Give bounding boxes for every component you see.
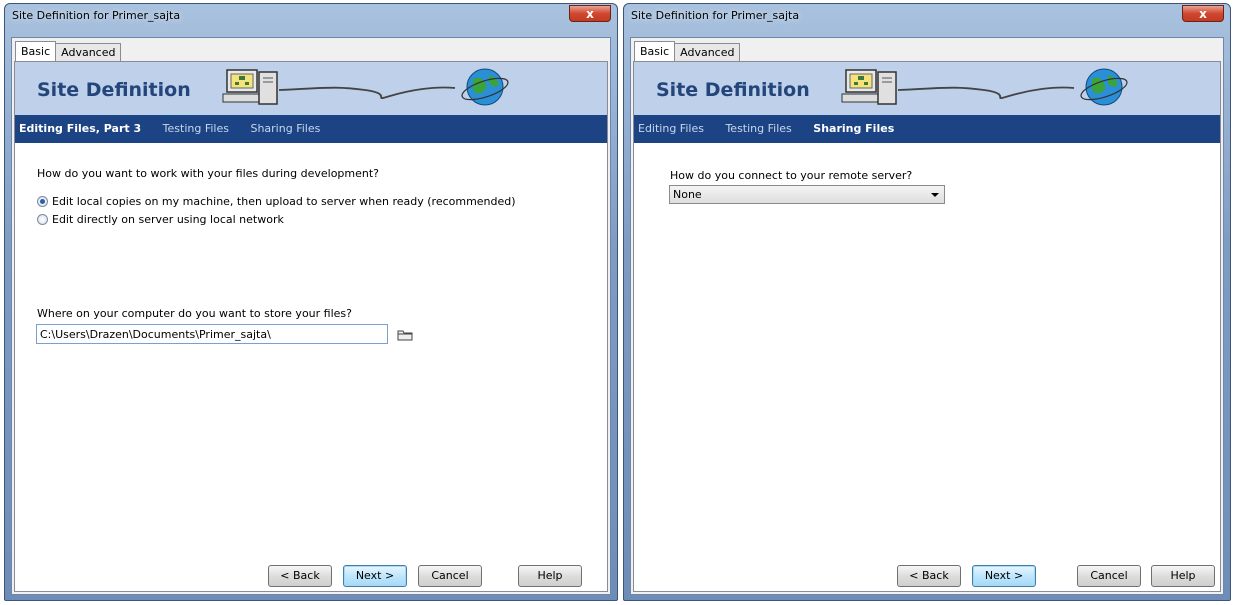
help-button[interactable]: Help	[518, 565, 582, 587]
dropdown-arrow-icon[interactable]	[931, 193, 939, 197]
cancel-button[interactable]: Cancel	[1077, 565, 1141, 587]
nav-sharing-files[interactable]: Sharing Files	[250, 115, 320, 143]
next-button[interactable]: Next >	[343, 565, 407, 587]
title-bar[interactable]: Site Definition for Primer_sajta x	[5, 4, 617, 28]
close-button[interactable]: x	[1182, 5, 1224, 22]
tab-panel: Site Definition	[633, 61, 1221, 592]
dialog-client: Basic Advanced Site Definition Editing F…	[11, 37, 611, 595]
work-question-label: How do you want to work with your files …	[37, 167, 380, 180]
tab-panel: Site Definition	[14, 61, 608, 592]
tab-basic[interactable]: Basic	[634, 41, 676, 62]
close-icon[interactable]: x	[1199, 7, 1207, 21]
option-edit-local-label[interactable]: Edit local copies on my machine, then up…	[52, 195, 516, 208]
connection-select-value[interactable]: None	[673, 188, 702, 201]
tab-advanced[interactable]: Advanced	[674, 43, 741, 62]
close-icon[interactable]: x	[586, 7, 594, 21]
wizard-step-nav: Editing Files Testing Files Sharing File…	[634, 115, 1220, 143]
cancel-button[interactable]: Cancel	[418, 565, 482, 587]
back-button[interactable]: < Back	[897, 565, 961, 587]
banner-title: Site Definition	[656, 79, 810, 101]
folder-icon[interactable]	[397, 328, 413, 341]
site-definition-dialog-right: Site Definition for Primer_sajta x Basic…	[623, 3, 1231, 601]
globe-icon	[461, 68, 509, 106]
help-button[interactable]: Help	[1151, 565, 1215, 587]
nav-testing-files[interactable]: Testing Files	[725, 115, 791, 143]
next-button[interactable]: Next >	[972, 565, 1036, 587]
option-edit-server-label[interactable]: Edit directly on server using local netw…	[52, 213, 284, 226]
connection-question-label: How do you connect to your remote server…	[670, 169, 913, 182]
globe-icon	[1080, 68, 1128, 106]
local-folder-input[interactable]	[36, 324, 388, 344]
banner-title: Site Definition	[37, 79, 191, 101]
nav-testing-files[interactable]: Testing Files	[163, 115, 229, 143]
tab-strip: Basic Advanced	[634, 41, 741, 62]
option-edit-local[interactable]: Edit local copies on my machine, then up…	[37, 195, 516, 208]
close-button[interactable]: x	[569, 5, 611, 22]
location-label: Where on your computer do you want to st…	[37, 307, 352, 320]
dialog-client: Basic Advanced Site Definition Editing F…	[630, 37, 1224, 595]
nav-editing-files[interactable]: Editing Files	[638, 115, 704, 143]
site-definition-dialog-left: Site Definition for Primer_sajta x Basic…	[4, 3, 618, 601]
wizard-step-nav: Editing Files, Part 3 Testing Files Shar…	[15, 115, 607, 143]
window-title: Site Definition for Primer_sajta	[12, 9, 181, 22]
tab-basic[interactable]: Basic	[15, 41, 57, 62]
title-bar[interactable]: Site Definition for Primer_sajta x	[624, 4, 1230, 28]
radio-unselected[interactable]	[37, 214, 48, 225]
option-edit-server[interactable]: Edit directly on server using local netw…	[37, 213, 284, 226]
tab-strip: Basic Advanced	[15, 41, 122, 62]
connection-select[interactable]: None	[669, 185, 945, 204]
nav-editing-files[interactable]: Editing Files, Part 3	[19, 115, 141, 143]
radio-selected[interactable]	[37, 196, 48, 207]
tab-advanced[interactable]: Advanced	[55, 43, 122, 62]
banner: Site Definition	[15, 62, 607, 115]
nav-sharing-files[interactable]: Sharing Files	[813, 115, 894, 143]
back-button[interactable]: < Back	[268, 565, 332, 587]
window-title: Site Definition for Primer_sajta	[631, 9, 800, 22]
banner: Site Definition	[634, 62, 1220, 115]
